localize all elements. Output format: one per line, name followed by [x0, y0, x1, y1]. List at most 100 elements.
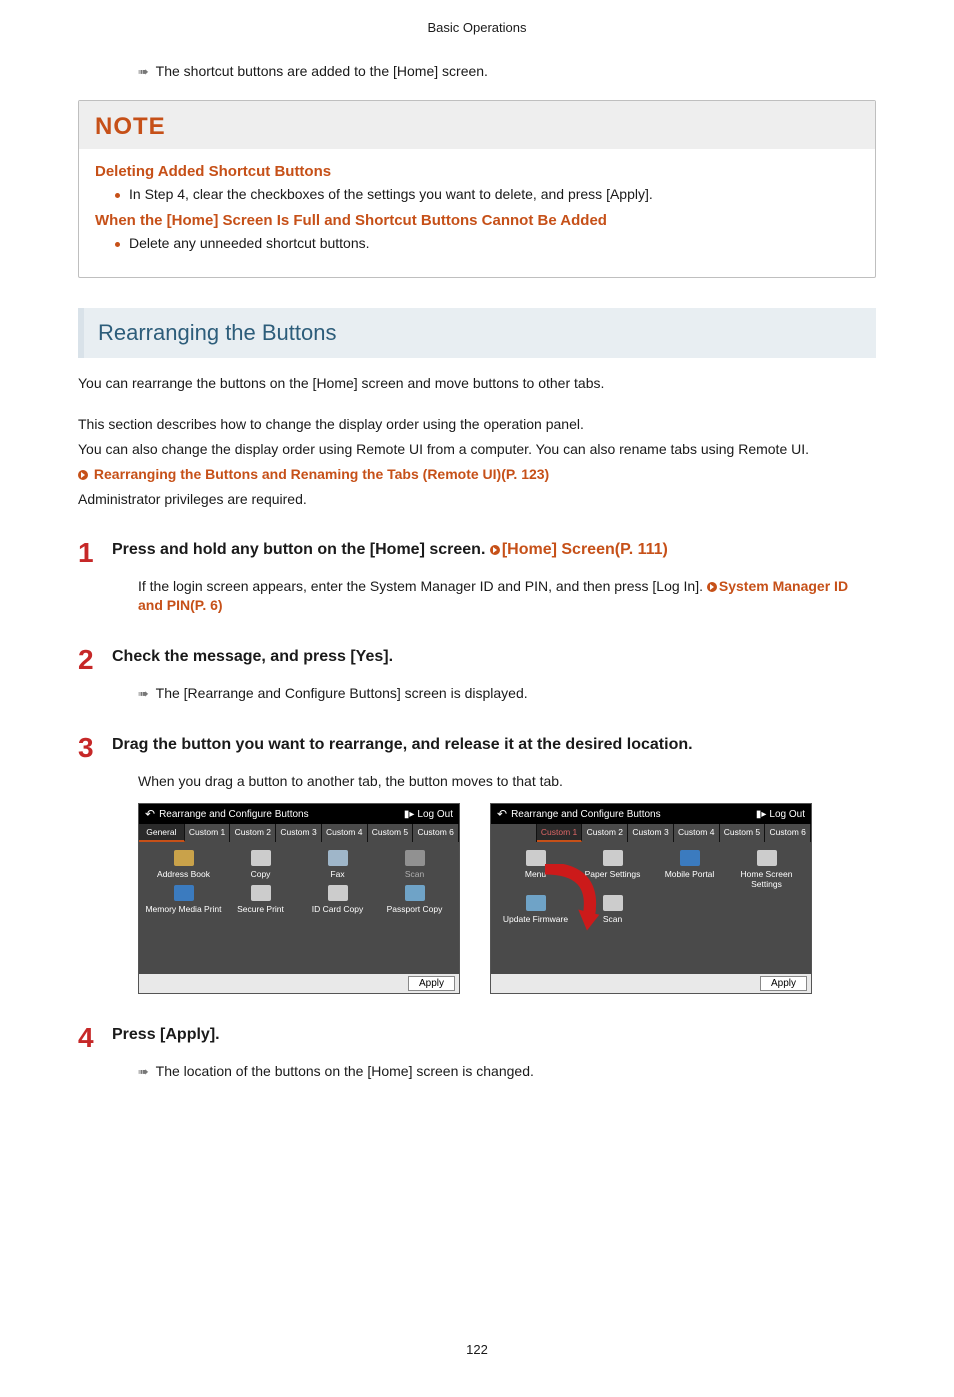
device-tabs-left: General Custom 1 Custom 2 Custom 3 Custo…	[139, 824, 459, 842]
secure-print-icon	[251, 885, 271, 901]
link-bullet-icon	[707, 582, 717, 592]
device-tabs-right: Custom 1 Custom 2 Custom 3 Custom 4 Cust…	[491, 824, 811, 842]
memory-media-icon	[174, 885, 194, 901]
label: Paper Settings	[585, 869, 641, 879]
step-1-body-text: If the login screen appears, enter the S…	[138, 578, 707, 594]
tab-custom5[interactable]: Custom 5	[720, 824, 766, 842]
grid-home-screen-settings[interactable]: Home Screen Settings	[728, 850, 805, 889]
tab-custom1[interactable]: Custom 1	[185, 824, 231, 842]
tab-custom2[interactable]: Custom 2	[230, 824, 276, 842]
tab-custom4[interactable]: Custom 4	[674, 824, 720, 842]
logout-label: Log Out	[769, 809, 805, 820]
grid-update-firmware[interactable]: Update Firmware	[497, 895, 574, 924]
step-2-title: Check the message, and press [Yes].	[112, 644, 393, 674]
back-icon[interactable]: ↶	[145, 807, 155, 821]
tab-custom1[interactable]: Custom 1	[537, 824, 583, 842]
tab-custom3[interactable]: Custom 3	[628, 824, 674, 842]
note-line-full: Delete any unneeded shortcut buttons.	[115, 235, 859, 251]
grid-passport-copy[interactable]: Passport Copy	[376, 885, 453, 914]
grid-menu[interactable]: Menu	[497, 850, 574, 889]
grid-secure-print[interactable]: Secure Print	[222, 885, 299, 914]
step-4-title: Press [Apply].	[112, 1022, 220, 1052]
fax-icon	[328, 850, 348, 866]
label: Memory Media Print	[145, 904, 221, 914]
tab-custom5[interactable]: Custom 5	[368, 824, 414, 842]
logout-button[interactable]: ▮▸ Log Out	[756, 809, 805, 820]
grid-fax[interactable]: Fax	[299, 850, 376, 879]
device-grid-left: Address Book Copy Fax Scan Memory Media …	[139, 842, 459, 974]
paper-settings-icon	[603, 850, 623, 866]
device-title: Rearrange and Configure Buttons	[155, 809, 404, 820]
tab-custom2[interactable]: Custom 2	[582, 824, 628, 842]
label: Scan	[603, 914, 622, 924]
intro-link-line: Rearranging the Buttons and Renaming the…	[78, 465, 876, 484]
tab-custom6[interactable]: Custom 6	[413, 824, 459, 842]
step-4: 4 Press [Apply].	[78, 1022, 876, 1052]
label: Home Screen Settings	[728, 869, 805, 889]
logout-icon: ▮▸	[756, 809, 767, 820]
step-1-link[interactable]: [Home] Screen(P. 111)	[502, 541, 668, 558]
note-subheading-full: When the [Home] Screen Is Full and Short…	[95, 212, 859, 229]
step-2-result: ➠ The [Rearrange and Configure Buttons] …	[138, 684, 876, 704]
step-2-number: 2	[78, 644, 112, 674]
step-4-result: ➠ The location of the buttons on the [Ho…	[138, 1062, 876, 1082]
grid-paper-settings[interactable]: Paper Settings	[574, 850, 651, 889]
link-bullet-icon	[490, 545, 500, 555]
step-3-number: 3	[78, 732, 112, 762]
tab-general[interactable]: General	[139, 824, 185, 842]
logout-icon: ▮▸	[404, 809, 415, 820]
back-icon[interactable]: ↶	[497, 807, 507, 821]
grid-scan[interactable]: Scan	[376, 850, 453, 879]
device-grid-right: Menu Paper Settings Mobile Portal Home S…	[491, 842, 811, 974]
grid-scan[interactable]: Scan	[574, 895, 651, 924]
page-header: Basic Operations	[78, 20, 876, 35]
grid-id-card-copy[interactable]: ID Card Copy	[299, 885, 376, 914]
grid-empty	[728, 895, 805, 924]
address-book-icon	[174, 850, 194, 866]
passport-icon	[405, 885, 425, 901]
label: Address Book	[157, 869, 210, 879]
intro-3: You can also change the display order us…	[78, 440, 876, 459]
link-bullet-icon	[78, 470, 88, 480]
update-firmware-icon	[526, 895, 546, 911]
copy-icon	[251, 850, 271, 866]
screenshots-row: ↶ Rearrange and Configure Buttons ▮▸ Log…	[138, 803, 876, 994]
grid-memory-media[interactable]: Memory Media Print	[145, 885, 222, 914]
home-settings-icon	[757, 850, 777, 866]
step-4-result-text: The location of the buttons on the [Home…	[156, 1063, 534, 1079]
label: Update Firmware	[503, 914, 568, 924]
note-box: NOTE Deleting Added Shortcut Buttons In …	[78, 100, 876, 278]
apply-button[interactable]: Apply	[408, 976, 455, 991]
tab-custom6[interactable]: Custom 6	[765, 824, 811, 842]
result-arrow-icon: ➠	[138, 64, 152, 80]
page-number: 122	[78, 1342, 876, 1357]
tab-custom4[interactable]: Custom 4	[322, 824, 368, 842]
step-1: 1 Press and hold any button on the [Home…	[78, 537, 876, 567]
apply-button[interactable]: Apply	[760, 976, 807, 991]
intro-2: This section describes how to change the…	[78, 415, 876, 434]
grid-empty	[651, 895, 728, 924]
grid-address-book[interactable]: Address Book	[145, 850, 222, 879]
intro-1: You can rearrange the buttons on the [Ho…	[78, 374, 876, 393]
label: ID Card Copy	[312, 904, 364, 914]
note-line-delete: In Step 4, clear the checkboxes of the s…	[115, 186, 859, 202]
tab-blank[interactable]	[491, 824, 537, 842]
result-text: The shortcut buttons are added to the [H…	[156, 63, 488, 79]
label: Passport Copy	[387, 904, 443, 914]
device-screen-right: ↶ Rearrange and Configure Buttons ▮▸ Log…	[490, 803, 812, 994]
grid-copy[interactable]: Copy	[222, 850, 299, 879]
label: Mobile Portal	[665, 869, 715, 879]
intro-4: Administrator privileges are required.	[78, 490, 876, 509]
tab-custom3[interactable]: Custom 3	[276, 824, 322, 842]
logout-button[interactable]: ▮▸ Log Out	[404, 809, 453, 820]
result-arrow-icon: ➠	[138, 685, 152, 703]
step-2-result-text: The [Rearrange and Configure Buttons] sc…	[156, 685, 528, 701]
id-card-icon	[328, 885, 348, 901]
intro-link[interactable]: Rearranging the Buttons and Renaming the…	[94, 466, 549, 482]
step-3-body: When you drag a button to another tab, t…	[138, 772, 876, 792]
label: Copy	[251, 869, 271, 879]
step-1-title: Press and hold any button on the [Home] …	[112, 537, 668, 567]
menu-icon	[526, 850, 546, 866]
grid-mobile-portal[interactable]: Mobile Portal	[651, 850, 728, 889]
note-subheading-delete: Deleting Added Shortcut Buttons	[95, 163, 859, 180]
